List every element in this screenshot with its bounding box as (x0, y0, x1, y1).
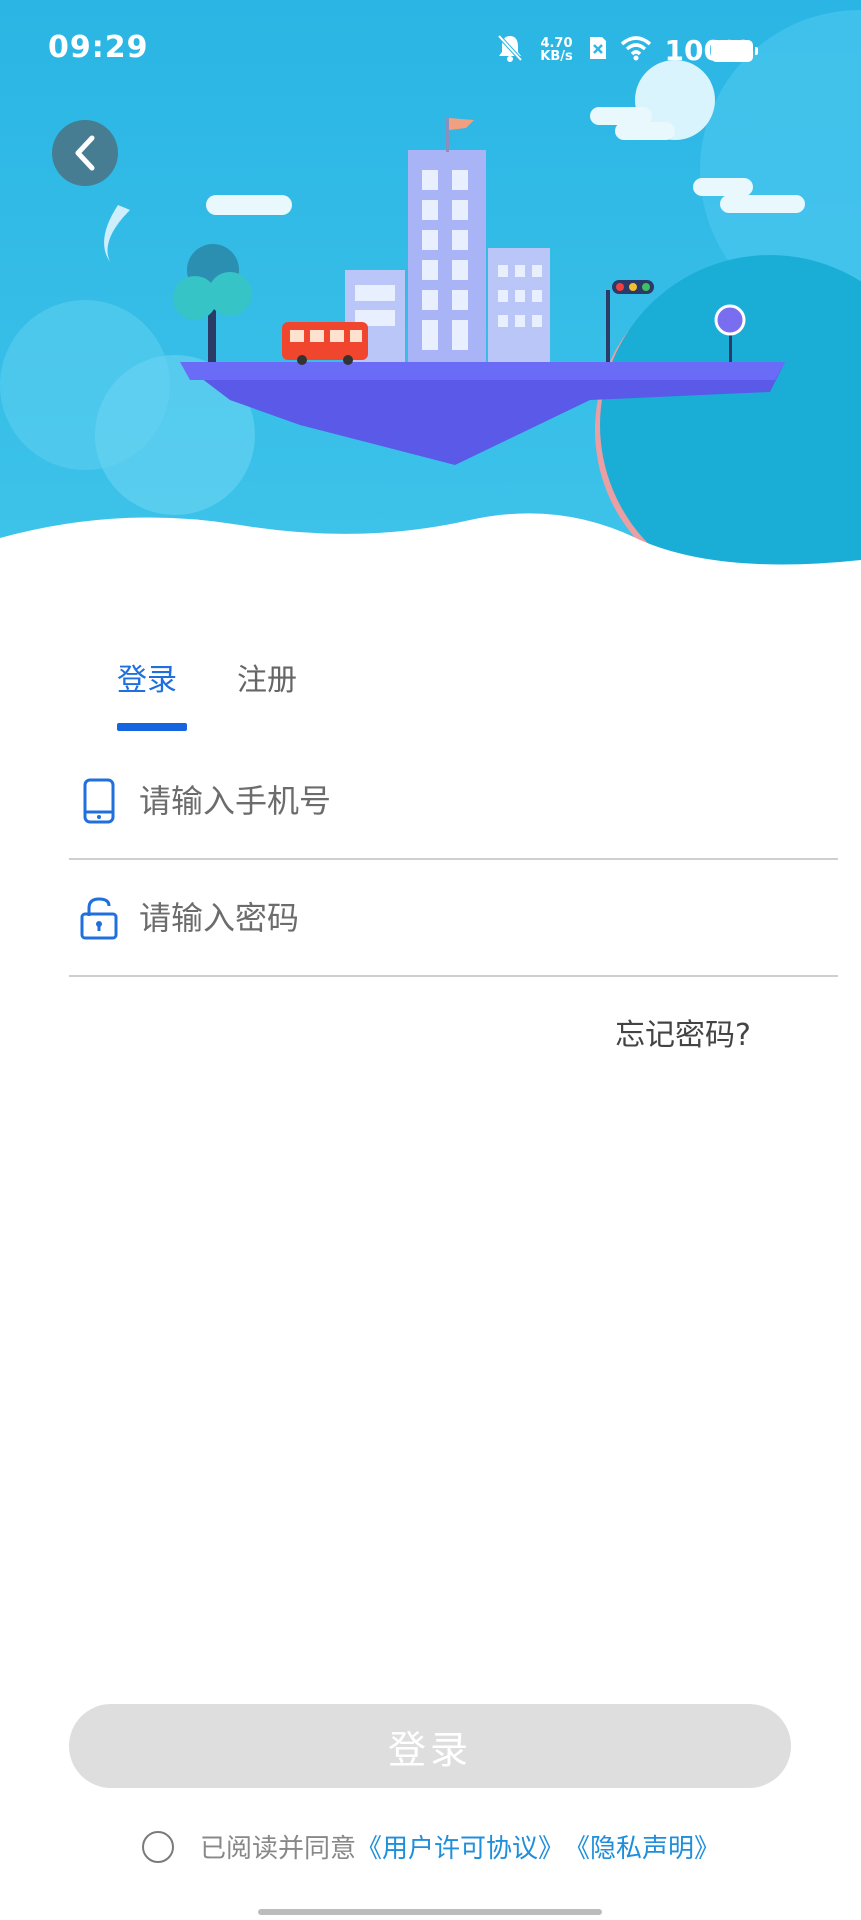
agreement-row: 已阅读并同意 《用户许可协议》 《隐私声明》 (142, 1828, 720, 1865)
user-license-link[interactable]: 《用户许可协议》 (356, 1828, 564, 1865)
net-speed-unit: KB/s (540, 49, 573, 64)
tab-register[interactable]: 注册 (237, 655, 297, 725)
active-tab-indicator (117, 723, 187, 731)
wifi-icon (620, 35, 652, 65)
forgot-password-link[interactable]: 忘记密码? (615, 1010, 751, 1054)
phone-field-row (69, 744, 838, 860)
status-time: 09:29 (48, 30, 149, 65)
privacy-statement-link[interactable]: 《隐私声明》 (564, 1828, 720, 1865)
password-input[interactable] (139, 899, 759, 937)
home-indicator[interactable] (258, 1909, 602, 1915)
lock-icon (79, 893, 119, 943)
phone-input[interactable] (139, 782, 759, 820)
mute-bell-icon (496, 33, 524, 67)
sim-x-icon (588, 35, 608, 65)
status-bar: 09:29 4.70 KB/s 100% (0, 0, 861, 100)
agreement-radio[interactable] (142, 1830, 174, 1863)
login-button[interactable]: 登录 (69, 1704, 791, 1788)
tab-login[interactable]: 登录 (117, 655, 177, 725)
phone-icon (79, 776, 119, 826)
password-field-row (69, 861, 838, 977)
back-button[interactable] (52, 120, 118, 186)
chevron-left-icon (75, 135, 95, 171)
agreement-prefix: 已阅读并同意 (200, 1834, 357, 1864)
battery-icon (711, 40, 758, 62)
login-page: 09:29 4.70 KB/s 100% 登录 注册 请输入手机号 忘记密码? … (0, 0, 861, 1920)
network-speed: 4.70 KB/s (536, 37, 576, 63)
auth-tabs: 登录 注册 (117, 655, 297, 725)
